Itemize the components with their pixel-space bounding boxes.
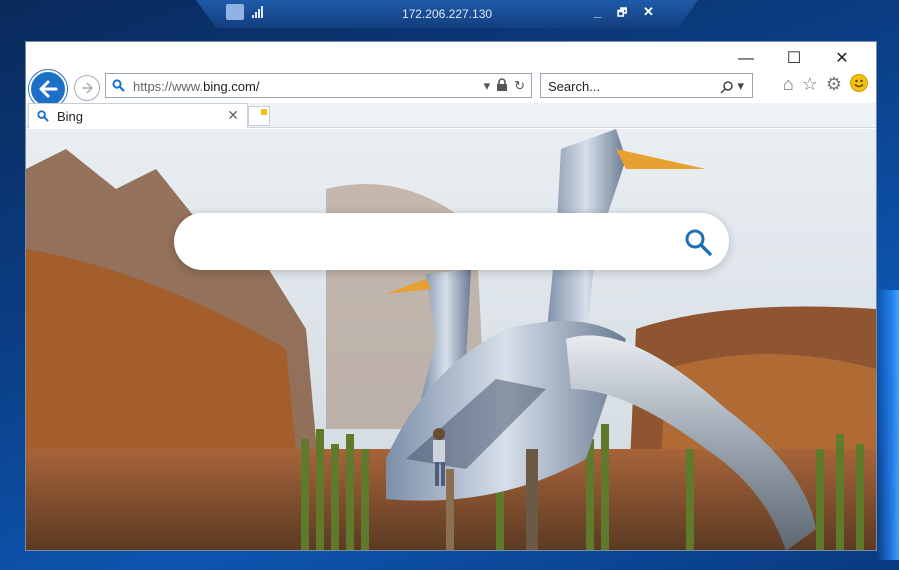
url-host-prefix: www. bbox=[172, 79, 204, 94]
search-dropdown-icon[interactable]: ▾ bbox=[720, 78, 744, 94]
navigation-bar: https://www.bing.com/ ▾ ↻ Search... ▾ ⌂ … bbox=[26, 70, 876, 108]
search-icon bbox=[112, 79, 125, 92]
minimize-button[interactable]: — bbox=[722, 48, 770, 70]
tab-bar: Bing ✕ bbox=[26, 103, 876, 128]
chevron-down-icon: ▾ bbox=[737, 78, 744, 93]
browser-search-box[interactable]: Search... ▾ bbox=[540, 73, 753, 98]
address-dropdown-icon[interactable]: ▾ bbox=[484, 78, 491, 94]
arrow-left-icon bbox=[39, 80, 58, 98]
new-tab-button[interactable] bbox=[248, 106, 270, 126]
toolbar-icons: ⌂ ☆ ⚙ bbox=[783, 74, 868, 95]
background-photo bbox=[26, 129, 876, 550]
maximize-button[interactable]: ☐ bbox=[770, 48, 818, 70]
favorites-star-icon[interactable]: ☆ bbox=[802, 74, 818, 95]
tab-bing[interactable]: Bing ✕ bbox=[28, 103, 248, 128]
url-scheme: https:// bbox=[133, 79, 173, 94]
forward-button[interactable] bbox=[74, 75, 100, 101]
close-button[interactable]: ✕ bbox=[818, 48, 866, 70]
remote-restore-button[interactable]: 🗗 bbox=[617, 4, 627, 23]
search-placeholder: Search... bbox=[548, 79, 601, 94]
tab-close-icon[interactable]: ✕ bbox=[227, 107, 239, 124]
home-icon[interactable]: ⌂ bbox=[783, 74, 794, 95]
bing-search-input[interactable] bbox=[198, 227, 668, 257]
remote-desktop-bar: 172.206.227.130 _ 🗗 ✕ bbox=[196, 0, 698, 28]
arrow-right-icon bbox=[82, 82, 94, 94]
feedback-smiley-icon[interactable] bbox=[850, 74, 868, 92]
desktop-background-accent bbox=[877, 290, 899, 560]
url-host: bing.com/ bbox=[203, 79, 260, 94]
lock-icon[interactable] bbox=[496, 78, 508, 94]
address-bar[interactable]: https://www.bing.com/ ▾ ↻ bbox=[105, 73, 532, 98]
refresh-icon[interactable]: ↻ bbox=[514, 78, 525, 94]
page-content bbox=[26, 129, 876, 550]
remote-close-button[interactable]: ✕ bbox=[643, 4, 654, 20]
tab-label: Bing bbox=[57, 109, 84, 124]
gear-icon[interactable]: ⚙ bbox=[826, 74, 842, 95]
browser-window: — ☐ ✕ https://www.bing.com/ ▾ ↻ Search..… bbox=[25, 41, 877, 551]
remote-minimize-button[interactable]: _ bbox=[594, 4, 601, 19]
search-icon bbox=[37, 110, 49, 122]
address-url[interactable]: https://www.bing.com/ bbox=[133, 79, 259, 94]
bing-search-box bbox=[174, 213, 729, 270]
search-icon[interactable] bbox=[683, 227, 713, 257]
window-controls: — ☐ ✕ bbox=[722, 48, 866, 70]
